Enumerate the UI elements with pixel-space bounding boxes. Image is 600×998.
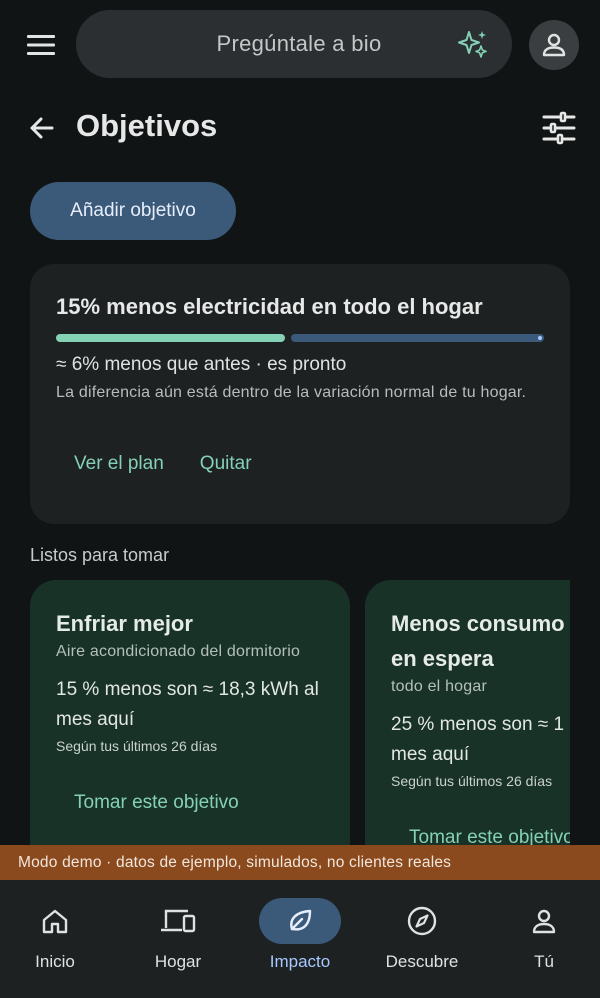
nav-icon-container [14, 898, 96, 944]
demo-mode-banner: Modo demo · datos de ejemplo, simulados,… [0, 845, 600, 880]
leaf-icon [290, 909, 312, 931]
nav-label: Tú [534, 952, 554, 971]
nav-label: Hogar [154, 952, 202, 971]
nav-label: Impacto [269, 952, 331, 971]
arrow-back-icon[interactable] [24, 110, 60, 146]
bottom-navigation: Inicio Hogar Impacto Descubre Tú [0, 880, 600, 998]
ready-goal-estimate: 25 % menos son ≈ 1 mes aquí [391, 714, 565, 765]
nav-item-impacto[interactable]: Impacto [240, 880, 360, 998]
top-app-bar: Pregúntale a bio [0, 0, 600, 90]
compass-icon [407, 906, 437, 936]
take-goal-button[interactable]: Tomar este objetivo [56, 788, 257, 818]
page-header: Objetivos [0, 100, 600, 156]
section-title: Listos para tomar [30, 545, 170, 565]
menu-button[interactable] [22, 28, 60, 62]
nav-icon-container [137, 898, 219, 944]
page-title: Objetivos [76, 108, 218, 143]
nav-item-inicio[interactable]: Inicio [0, 880, 115, 998]
ready-goal-card[interactable]: Menos consumo en espera todo el hogar 25… [365, 580, 570, 860]
sparkle-icon [458, 31, 487, 58]
progress-remaining [291, 334, 544, 342]
add-goal-button[interactable]: Añadir objetivo [30, 182, 236, 240]
goal-description: La diferencia aún está dentro de la vari… [56, 384, 527, 401]
account-button[interactable] [529, 20, 579, 70]
progress-done [56, 334, 285, 342]
nav-item-descubre[interactable]: Descubre [362, 880, 482, 998]
ready-goal-note: Según tus últimos 26 días [56, 738, 218, 754]
active-goal-card: 15% menos electricidad en todo el hogar … [30, 264, 570, 524]
ready-goal-estimate: 15 % menos son ≈ 18,3 kWh al mes aquí [56, 679, 319, 730]
nav-label: Descubre [385, 952, 459, 971]
ready-goals-carousel[interactable]: Enfriar mejor Aire acondicionado del dor… [30, 580, 570, 860]
ask-bio-search-bar[interactable]: Pregúntale a bio [76, 10, 512, 78]
nav-icon-container [503, 898, 585, 944]
nav-icon-container [259, 898, 341, 944]
goal-status: ≈ 6% menos que antes · es pronto [56, 354, 347, 375]
goal-title: 15% menos electricidad en todo el hogar [56, 294, 483, 319]
person-icon [542, 33, 566, 57]
ready-goal-subtitle: todo el hogar [391, 678, 488, 695]
ready-goal-title: Enfriar mejor [56, 611, 193, 636]
nav-item-tu[interactable]: Tú [484, 880, 600, 998]
tune-icon[interactable] [540, 110, 578, 146]
ready-goal-note: Según tus últimos 26 días [391, 773, 553, 789]
ready-goal-title: Menos consumo en espera [391, 611, 565, 671]
nav-item-hogar[interactable]: Hogar [118, 880, 238, 998]
remove-goal-button[interactable]: Quitar [182, 449, 270, 479]
search-placeholder: Pregúntale a bio [216, 31, 382, 56]
goal-actions: Ver el plan Quitar [56, 449, 270, 479]
goal-progress-bar [56, 334, 544, 342]
ready-goal-subtitle: Aire acondicionado del dormitorio [56, 643, 301, 660]
progress-end-dot [538, 336, 542, 340]
devices-icon [161, 909, 196, 933]
nav-icon-container [381, 898, 463, 944]
home-icon [42, 909, 68, 934]
ready-goal-card[interactable]: Enfriar mejor Aire acondicionado del dor… [30, 580, 350, 860]
view-plan-button[interactable]: Ver el plan [56, 449, 182, 479]
menu-icon [27, 35, 55, 55]
nav-label: Inicio [35, 952, 75, 971]
person-icon [532, 909, 556, 934]
